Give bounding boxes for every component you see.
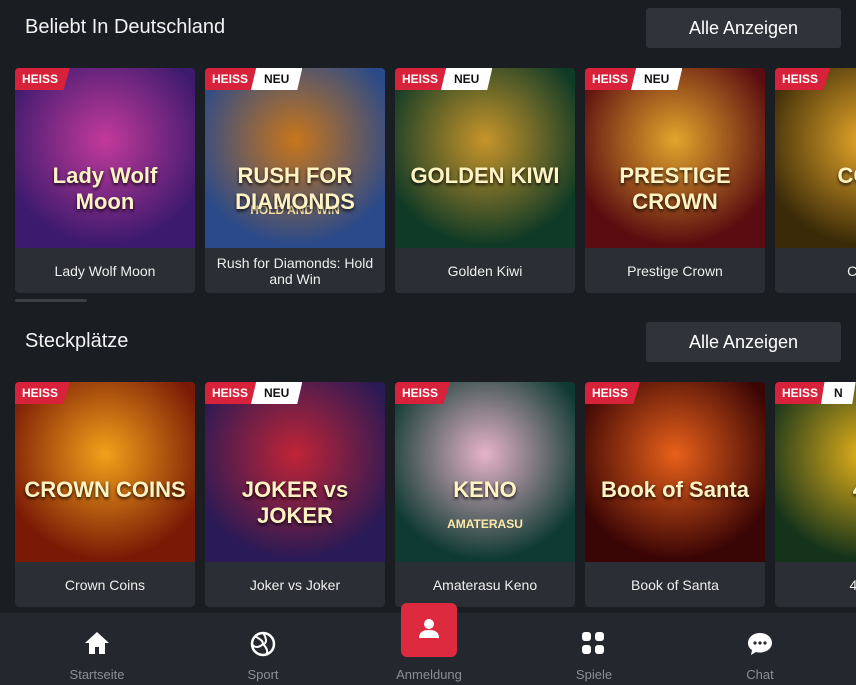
game-thumbnail[interactable]: HEISS NEU JOKER vs JOKER <box>205 382 385 562</box>
show-all-button[interactable]: Alle Anzeigen <box>646 322 841 362</box>
game-card[interactable]: HEISS AMATERASU KENO Amaterasu Keno <box>395 382 575 607</box>
chat-bubble-icon <box>748 633 772 655</box>
game-card[interactable]: HEISS Book of Santa Book of Santa <box>585 382 765 607</box>
game-thumbnail[interactable]: HEISS Book of Santa <box>585 382 765 562</box>
grid-icon <box>582 632 604 654</box>
hot-badge: HEISS <box>205 68 261 90</box>
nav-games[interactable]: Spiele <box>539 613 649 685</box>
game-art-title: Lady Wolf Moon <box>52 163 158 214</box>
game-thumbnail[interactable]: HEISS NEU HOLD AND WIN RUSH FOR DIAMONDS <box>205 68 385 248</box>
game-art-title: COIN <box>837 163 856 188</box>
row-scrollbar[interactable] <box>15 299 87 302</box>
game-title[interactable]: Golden Kiwi <box>395 248 575 293</box>
game-art-title: JOKER vs JOKER <box>241 477 349 528</box>
game-card[interactable]: HEISS NEU HOLD AND WIN RUSH FOR DIAMONDS Rus… <box>205 68 385 293</box>
game-art-title: 40 <box>775 477 856 503</box>
game-title[interactable]: Prestige Crown <box>585 248 765 293</box>
game-art-title: Book of Santa <box>601 477 749 502</box>
hot-badge: HEISS <box>15 68 71 90</box>
hot-badge: HEISS <box>585 382 641 404</box>
game-card[interactable]: HEISS CROWN COINS Crown Coins <box>15 382 195 607</box>
game-title[interactable]: Amaterasu Keno <box>395 562 575 607</box>
game-thumbnail[interactable]: HEISS COIN <box>775 68 856 248</box>
nav-label: Startseite <box>69 667 125 682</box>
hot-badge: HEISS <box>585 68 641 90</box>
volleyball-icon <box>250 631 276 657</box>
game-title[interactable]: Coins <box>775 248 856 293</box>
new-badge: NEU <box>251 68 303 90</box>
nav-label: Chat <box>746 667 774 682</box>
show-all-button[interactable]: Alle Anzeigen <box>646 8 841 48</box>
new-badge: NEU <box>631 68 683 90</box>
new-badge: NEU <box>441 68 493 90</box>
game-title[interactable]: Joker vs Joker <box>205 562 385 607</box>
hot-badge: HEISS <box>395 68 451 90</box>
game-art-title: KENO <box>453 477 517 502</box>
game-thumbnail[interactable]: HEISS CROWN COINS <box>15 382 195 562</box>
game-art-title: RUSH FOR DIAMONDS <box>235 163 355 214</box>
nav-chat[interactable]: Chat <box>705 613 815 685</box>
nav-label: Spiele <box>575 667 613 682</box>
game-title[interactable]: Lady Wolf Moon <box>15 248 195 293</box>
game-title[interactable]: Rush for Diamonds: Hold and Win <box>205 248 385 293</box>
game-title[interactable]: Crown Coins <box>15 562 195 607</box>
nav-label: Sport <box>247 667 279 682</box>
game-card[interactable]: HEISS NEU PRESTIGE CROWN Prestige Crown <box>585 68 765 293</box>
hot-badge: HEISS <box>395 382 451 404</box>
game-row: HEISS CROWN COINS Crown Coins HEISS NEU JOKER… <box>15 382 856 607</box>
hot-badge: HEISS <box>205 382 261 404</box>
game-art-title: CROWN COINS <box>24 477 186 502</box>
game-card[interactable]: HEISS COIN Coins <box>775 68 856 293</box>
game-art-subtitle: AMATERASU <box>447 517 523 531</box>
game-thumbnail[interactable]: HEISS Lady Wolf Moon <box>15 68 195 248</box>
game-card[interactable]: HEISS Lady Wolf Moon Lady Wolf Moon <box>15 68 195 293</box>
game-card[interactable]: HEISS NEU GOLDEN KIWI Golden Kiwi <box>395 68 575 293</box>
section-title: Steckplätze <box>25 330 129 352</box>
new-badge: NEU <box>251 382 303 404</box>
game-row: HEISS Lady Wolf Moon Lady Wolf Moon HEISS NE… <box>15 68 856 293</box>
new-badge: N <box>821 382 856 404</box>
game-thumbnail[interactable]: HEISSN40 <box>775 382 856 562</box>
game-title[interactable]: 40 M <box>775 562 856 607</box>
game-card[interactable]: HEISS NEU JOKER vs JOKER Joker vs Joker <box>205 382 385 607</box>
section-title: Beliebt In Deutschland <box>25 16 226 38</box>
game-art-title: GOLDEN KIWI <box>410 163 560 188</box>
game-title[interactable]: Book of Santa <box>585 562 765 607</box>
game-thumbnail[interactable]: HEISS NEU GOLDEN KIWI <box>395 68 575 248</box>
login-button[interactable] <box>401 603 457 657</box>
hot-badge: HEISS <box>775 68 831 90</box>
home-icon <box>85 632 109 654</box>
game-card[interactable]: HEISSN4040 M <box>775 382 856 607</box>
game-thumbnail[interactable]: HEISS AMATERASU KENO <box>395 382 575 562</box>
game-art-title: PRESTIGE CROWN <box>619 163 731 214</box>
nav-sport[interactable]: Sport <box>208 613 318 685</box>
hot-badge: HEISS <box>15 382 71 404</box>
nav-label: Anmeldung <box>396 667 462 682</box>
nav-home[interactable]: Startseite <box>42 613 152 685</box>
user-icon <box>419 619 439 638</box>
game-thumbnail[interactable]: HEISS NEU PRESTIGE CROWN <box>585 68 765 248</box>
